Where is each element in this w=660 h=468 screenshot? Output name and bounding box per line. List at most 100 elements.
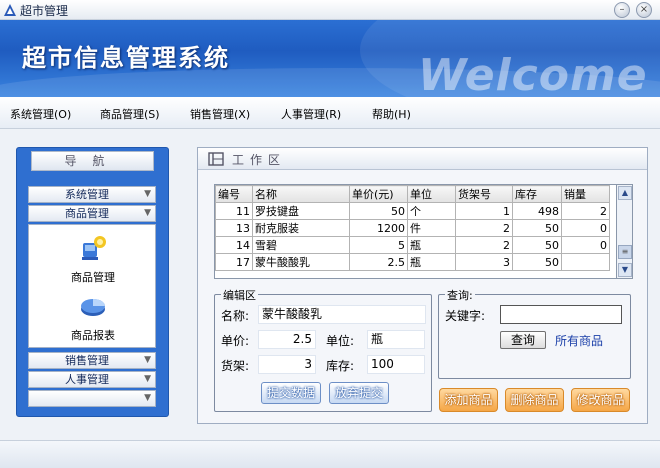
table-cell: 50 — [512, 219, 562, 237]
table-row[interactable]: 14 雪碧 5 瓶 2 50 0 — [215, 236, 610, 254]
name-field[interactable]: 蒙牛酸酸乳 — [258, 305, 426, 324]
column-header[interactable]: 编号 — [215, 185, 253, 203]
menu-goods[interactable]: 商品管理(S) — [100, 106, 160, 122]
nav-category-label: 商品管理 — [65, 207, 109, 220]
search-button[interactable]: 查询 — [500, 331, 546, 349]
cancel-submit-button[interactable]: 放弃提交 — [329, 382, 389, 404]
submit-data-button[interactable]: 提交数据 — [261, 382, 321, 404]
workspace-title: 工作区 — [232, 153, 287, 167]
query-legend: 查询: — [445, 287, 475, 303]
chevron-down-icon: ▼ — [144, 189, 151, 199]
price-field[interactable]: 2.5 — [258, 330, 316, 349]
column-header[interactable]: 货架号 — [455, 185, 513, 203]
table-cell: 498 — [512, 202, 562, 220]
nav-category-empty[interactable]: ▼ — [28, 390, 156, 407]
scroll-up-icon[interactable]: ▲ — [618, 186, 632, 200]
chevron-down-icon: ▼ — [144, 355, 151, 365]
table-cell: 个 — [407, 202, 456, 220]
nav-category-label: 系统管理 — [65, 188, 109, 201]
unit-label: 单位: — [326, 334, 355, 348]
name-label: 名称: — [221, 309, 250, 323]
menu-help[interactable]: 帮助(H) — [372, 106, 411, 122]
nav-category-goods[interactable]: 商品管理 ▼ — [28, 205, 156, 222]
table-cell: 17 — [215, 253, 253, 271]
price-label: 单价: — [221, 334, 250, 348]
table-cell: 2.5 — [349, 253, 408, 271]
nav-tool-label: 商品报表 — [71, 329, 115, 342]
scroll-thumb[interactable]: ≡ — [618, 245, 632, 259]
scroll-down-icon[interactable]: ▼ — [618, 263, 632, 277]
menu-sales[interactable]: 销售管理(X) — [190, 106, 250, 122]
close-icon: × — [639, 4, 649, 15]
table-cell: 件 — [407, 219, 456, 237]
query-groupbox: 查询: 关键字: 查询 所有商品 — [438, 287, 631, 379]
keyword-label: 关键字: — [445, 309, 486, 323]
minimize-button[interactable]: – — [614, 2, 630, 18]
pie-chart-icon — [81, 299, 105, 316]
delete-goods-button[interactable]: 删除商品 — [505, 388, 564, 412]
keyword-input[interactable] — [500, 305, 622, 324]
nav-category-system[interactable]: 系统管理 ▼ — [28, 186, 156, 203]
table-cell: 蒙牛酸酸乳 — [252, 253, 350, 271]
column-header[interactable]: 单价(元) — [349, 185, 408, 203]
nav-header: 导航 — [31, 151, 154, 171]
column-header[interactable]: 销量 — [561, 185, 610, 203]
edit-groupbox: 编辑区 名称: 蒙牛酸酸乳 单价: 2.5 单位: 瓶 货架: 3 库存: 10… — [214, 287, 432, 412]
stock-label: 库存: — [326, 359, 355, 373]
table-cell: 瓶 — [407, 236, 456, 254]
table-cell: 3 — [455, 253, 513, 271]
nav-goods-body: 商品管理 商品报表 — [28, 224, 156, 348]
nav-tool-goods-report[interactable]: 商品报表 — [29, 291, 157, 343]
add-goods-button[interactable]: 添加商品 — [439, 388, 498, 412]
nav-category-personnel[interactable]: 人事管理 ▼ — [28, 371, 156, 388]
minimize-icon: – — [619, 4, 625, 15]
unit-field[interactable]: 瓶 — [367, 330, 425, 349]
menu-bar: 系统管理(O) 商品管理(S) 销售管理(X) 人事管理(R) 帮助(H) — [0, 97, 660, 129]
table-cell: 1 — [455, 202, 513, 220]
nav-category-label: 人事管理 — [65, 373, 109, 386]
all-goods-link[interactable]: 所有商品 — [555, 332, 603, 349]
table-cell: 耐克服装 — [252, 219, 350, 237]
column-header[interactable]: 单位 — [407, 185, 456, 203]
menu-personnel[interactable]: 人事管理(R) — [281, 106, 341, 122]
edit-legend: 编辑区 — [221, 287, 258, 303]
table-cell: 2 — [455, 219, 513, 237]
table-cell: 0 — [561, 219, 610, 237]
table-cell: 1200 — [349, 219, 408, 237]
modify-goods-button[interactable]: 修改商品 — [571, 388, 630, 412]
column-header[interactable]: 名称 — [252, 185, 350, 203]
table-cell: 13 — [215, 219, 253, 237]
table-row[interactable]: 11 罗技键盘 50 个 1 498 2 — [215, 202, 610, 220]
table-cell: 14 — [215, 236, 253, 254]
chevron-down-icon: ▼ — [144, 208, 151, 218]
system-title: 超市信息管理系统 — [22, 44, 230, 72]
goods-management-icon — [82, 236, 106, 260]
shelf-label: 货架: — [221, 359, 250, 373]
nav-category-label: 销售管理 — [65, 354, 109, 367]
table-cell: 2 — [455, 236, 513, 254]
stock-field[interactable]: 100 — [367, 355, 425, 374]
table-cell: 瓶 — [407, 253, 456, 271]
title-bar: 超市管理 – × — [0, 0, 660, 20]
table-cell: 罗技键盘 — [252, 202, 350, 220]
nav-category-sales[interactable]: 销售管理 ▼ — [28, 352, 156, 369]
nav-tool-label: 商品管理 — [71, 271, 115, 284]
welcome-text: Welcome — [418, 50, 648, 97]
goods-table[interactable]: 编号 名称 单价(元) 单位 货架号 库存 销量 11 罗技键盘 50 个 1 … — [214, 184, 617, 279]
table-row[interactable]: 17 蒙牛酸酸乳 2.5 瓶 3 50 — [215, 253, 610, 271]
shelf-field[interactable]: 3 — [258, 355, 316, 374]
app-logo-icon — [4, 4, 16, 16]
nav-panel: 导航 系统管理 ▼ 商品管理 ▼ 商品管理 商品报表 销售管理 ▼ 人事管理 ▼… — [16, 147, 169, 417]
workspace-icon — [208, 152, 224, 166]
menu-system[interactable]: 系统管理(O) — [10, 106, 71, 122]
goods-grid: 编号 名称 单价(元) 单位 货架号 库存 销量 11 罗技键盘 50 个 1 … — [215, 185, 610, 271]
close-button[interactable]: × — [636, 2, 652, 18]
column-header[interactable]: 库存 — [512, 185, 562, 203]
nav-tool-goods-management[interactable]: 商品管理 — [29, 233, 157, 285]
workspace-header: 工作区 — [198, 148, 647, 170]
table-scrollbar[interactable]: ▲ ≡ ▼ — [617, 184, 633, 279]
table-cell: 2 — [561, 202, 610, 220]
workspace-panel: 工作区 编号 名称 单价(元) 单位 货架号 库存 销量 11 罗技键盘 50 … — [197, 147, 648, 424]
table-row[interactable]: 13 耐克服装 1200 件 2 50 0 — [215, 219, 610, 237]
table-cell: 50 — [349, 202, 408, 220]
